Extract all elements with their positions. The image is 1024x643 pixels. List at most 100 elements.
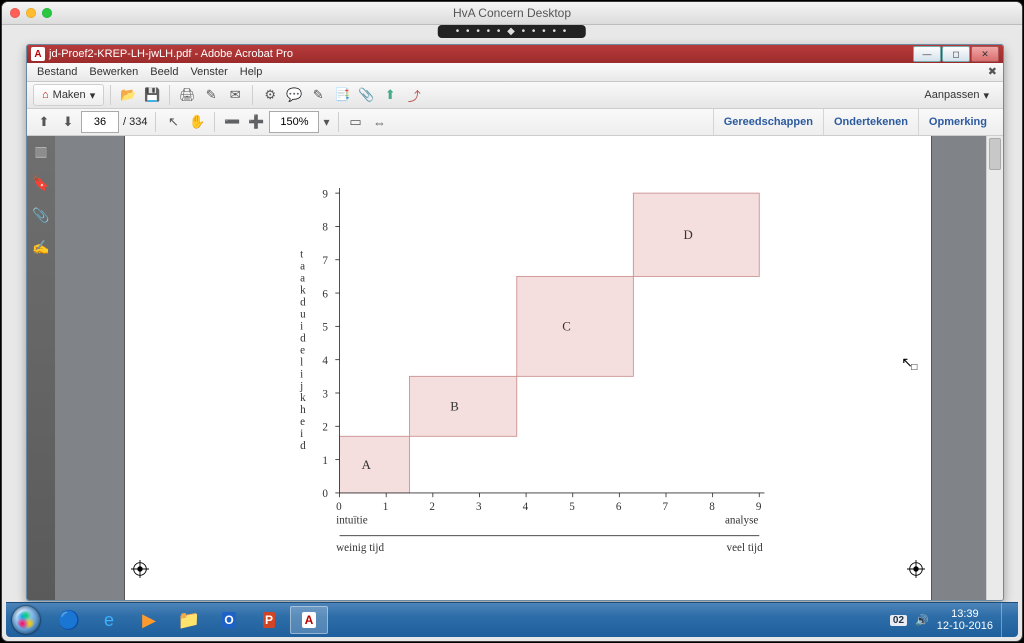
taskbar-ie[interactable]: e xyxy=(90,606,128,634)
svg-text:l: l xyxy=(300,356,303,368)
comment-bubble-icon[interactable]: 💬 xyxy=(283,84,305,106)
sign-icon[interactable]: ✎ xyxy=(307,84,329,106)
aanpassen-button[interactable]: Aanpassen ▾ xyxy=(916,85,997,105)
pdf-page: ABCD01234567890123456789intuïtieanalysew… xyxy=(125,136,931,600)
svg-text:5: 5 xyxy=(569,501,575,513)
attach-icon[interactable]: 📎 xyxy=(355,84,377,106)
page-up-icon[interactable]: ⬆ xyxy=(33,111,55,133)
system-tray: 02 🔊 13:39 12-10-2016 xyxy=(884,603,1018,637)
page-number-input[interactable] xyxy=(81,111,119,133)
svg-text:9: 9 xyxy=(756,501,762,513)
stamp-icon[interactable]: 📑 xyxy=(331,84,353,106)
minimize-button[interactable]: — xyxy=(913,46,941,62)
vertical-scrollbar[interactable] xyxy=(986,136,1003,600)
clock-time: 13:39 xyxy=(937,608,993,620)
workspace: ▥ 🔖 📎 ✍ ABCD01234567890123456789intuïtie… xyxy=(27,136,1003,600)
folder-icon: 📁 xyxy=(178,610,200,631)
svg-text:8: 8 xyxy=(709,501,715,513)
tab-sign[interactable]: Ondertekenen xyxy=(823,109,918,135)
zoom-in-icon[interactable]: ➕ xyxy=(245,111,267,133)
maximize-button[interactable]: ◻ xyxy=(942,46,970,62)
svg-text:1: 1 xyxy=(383,501,389,513)
svg-text:analyse: analyse xyxy=(725,515,758,527)
thumbnails-icon[interactable]: ▥ xyxy=(32,142,50,160)
menu-beeld[interactable]: Beeld xyxy=(144,66,184,78)
taskbar-acrobat[interactable]: A xyxy=(290,606,328,634)
menu-venster[interactable]: Venster xyxy=(184,66,233,78)
close-button[interactable]: ✕ xyxy=(971,46,999,62)
maken-button[interactable]: ⌂ Maken ▾ xyxy=(33,84,104,106)
svg-text:C: C xyxy=(562,320,571,334)
mail-icon[interactable]: ✉ xyxy=(224,84,246,106)
svg-text:e: e xyxy=(300,344,305,356)
zoom-out-icon[interactable]: ➖ xyxy=(221,111,243,133)
svg-text:j: j xyxy=(299,380,303,392)
sound-icon[interactable]: 🔊 xyxy=(915,614,929,627)
toolbar-separator xyxy=(214,112,215,132)
toolbar-separator xyxy=(110,85,111,105)
hand-tool-icon[interactable]: ✋ xyxy=(186,111,208,133)
svg-text:h: h xyxy=(300,404,306,416)
chart: ABCD01234567890123456789intuïtieanalysew… xyxy=(125,176,931,570)
mac-window-controls xyxy=(10,8,52,18)
signatures-icon[interactable]: ✍ xyxy=(32,238,50,256)
save-icon[interactable]: 💾 xyxy=(141,84,163,106)
tab-comment[interactable]: Opmerking xyxy=(918,109,997,135)
powerpoint-icon: P xyxy=(263,612,275,628)
svg-text:t: t xyxy=(300,248,304,260)
menu-bestand[interactable]: Bestand xyxy=(31,66,83,78)
outlook-icon: O xyxy=(222,612,235,628)
clock-date: 12-10-2016 xyxy=(937,620,993,632)
fit-width-icon[interactable]: ⇔ xyxy=(369,111,391,133)
export-icon[interactable]: ⤴ xyxy=(403,84,425,106)
registration-mark-icon xyxy=(907,560,925,578)
edit-icon[interactable]: ✎ xyxy=(200,84,222,106)
svg-text:1: 1 xyxy=(322,455,328,467)
start-button[interactable] xyxy=(6,603,46,637)
maken-label: Maken xyxy=(53,89,86,101)
mac-close-icon[interactable] xyxy=(10,8,20,18)
scrollbar-thumb[interactable] xyxy=(989,138,1001,170)
menu-help[interactable]: Help xyxy=(234,66,269,78)
tab-tools[interactable]: Gereedschappen xyxy=(713,109,823,135)
host-pager-icon: • • • • • ◆ • • • • • xyxy=(438,25,586,38)
print-icon[interactable]: 🖨 xyxy=(176,84,198,106)
registration-mark-icon xyxy=(131,560,149,578)
acrobat-title-text: jd-Proef2-KREP-LH-jwLH.pdf - Adobe Acrob… xyxy=(49,48,293,60)
taskbar-powerpoint[interactable]: P xyxy=(250,606,288,634)
aanpassen-label: Aanpassen xyxy=(924,89,979,101)
bookmarks-icon[interactable]: 🔖 xyxy=(32,174,50,192)
taskbar-explorer[interactable]: 📁 xyxy=(170,606,208,634)
chevron-down-icon[interactable]: ▾ xyxy=(321,115,331,129)
svg-text:7: 7 xyxy=(322,255,328,267)
select-tool-icon[interactable]: ↖ xyxy=(162,111,184,133)
menu-bewerken[interactable]: Bewerken xyxy=(83,66,144,78)
page-down-icon[interactable]: ⬇ xyxy=(57,111,79,133)
gear-icon[interactable]: ⚙ xyxy=(259,84,281,106)
zoom-input[interactable] xyxy=(269,111,319,133)
acrobat-titlebar: A jd-Proef2-KREP-LH-jwLH.pdf - Adobe Acr… xyxy=(27,45,1003,63)
language-indicator[interactable]: 02 xyxy=(890,615,907,626)
insert-icon[interactable]: ⬆ xyxy=(379,84,401,106)
svg-text:2: 2 xyxy=(429,501,435,513)
pdf-small-icon: ⌂ xyxy=(42,89,49,101)
svg-text:B: B xyxy=(450,400,459,414)
mac-minimize-icon[interactable] xyxy=(26,8,36,18)
show-desktop-button[interactable] xyxy=(1001,603,1012,637)
chevron-down-icon: ▾ xyxy=(90,89,96,102)
svg-text:8: 8 xyxy=(322,222,328,234)
clock[interactable]: 13:39 12-10-2016 xyxy=(937,608,993,632)
taskbar-media[interactable]: ▶ xyxy=(130,606,168,634)
taskbar-chrome[interactable]: 🔵 xyxy=(50,606,88,634)
menubar: Bestand Bewerken Beeld Venster Help ✖ xyxy=(27,63,1003,82)
svg-text:u: u xyxy=(300,308,306,320)
fit-page-icon[interactable]: ▭ xyxy=(345,111,367,133)
svg-text:6: 6 xyxy=(322,288,328,300)
menubar-close-icon[interactable]: ✖ xyxy=(988,65,997,78)
taskbar-outlook[interactable]: O xyxy=(210,606,248,634)
attachments-icon[interactable]: 📎 xyxy=(32,206,50,224)
open-icon[interactable]: 📂 xyxy=(117,84,139,106)
mac-zoom-icon[interactable] xyxy=(42,8,52,18)
document-area[interactable]: ABCD01234567890123456789intuïtieanalysew… xyxy=(55,136,1003,600)
svg-text:4: 4 xyxy=(523,501,529,513)
